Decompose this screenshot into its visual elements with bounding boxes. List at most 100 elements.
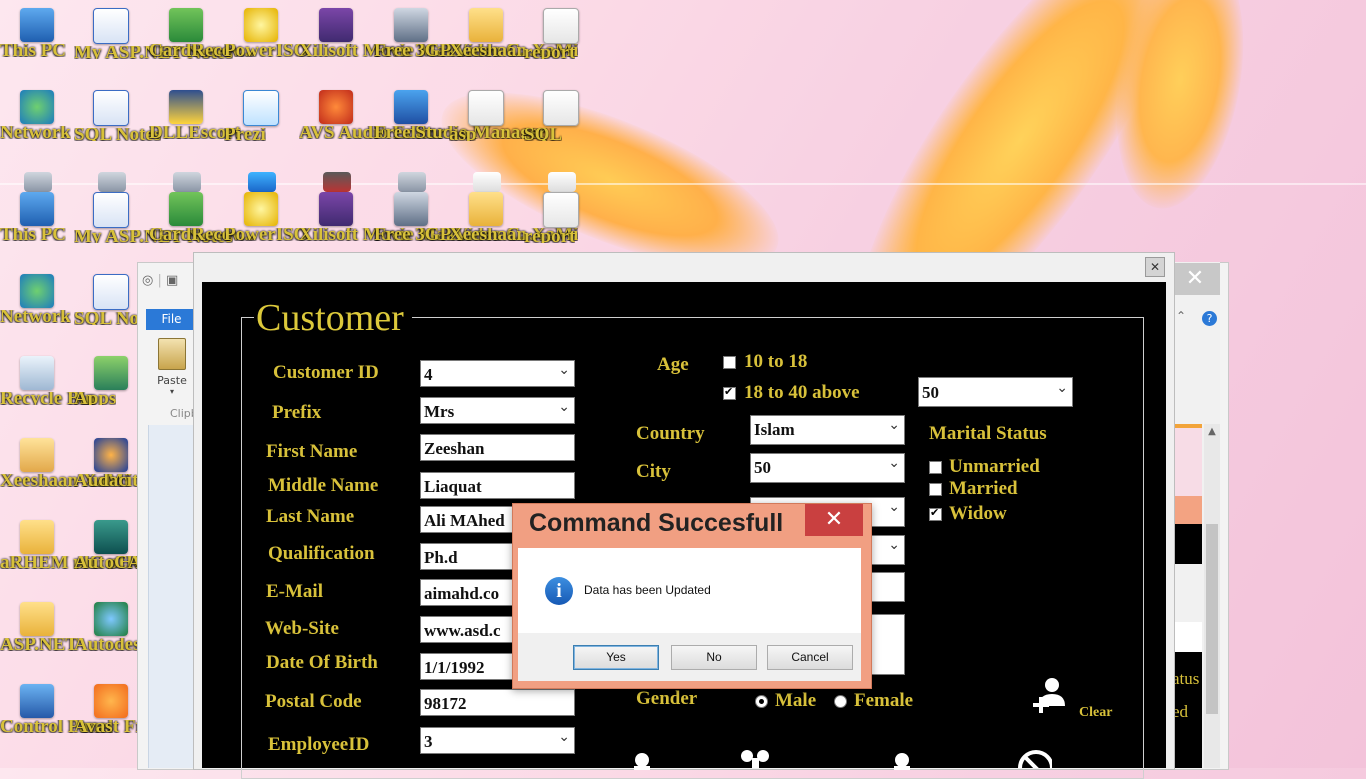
- desktop-icon-xeeshaan-user[interactable]: Xeeshaan XaMi: [0, 438, 129, 487]
- postal-code-field[interactable]: 98172: [420, 689, 575, 716]
- text-file-icon: [468, 90, 504, 126]
- preview-text: atus: [1172, 669, 1200, 688]
- age-value-select[interactable]: 50: [918, 377, 1073, 407]
- desktop-icon-poweriso-2[interactable]: PowerISO: [224, 192, 308, 241]
- user-icon[interactable]: [628, 750, 664, 770]
- desktop-icon-free-studio[interactable]: Free Studio Manager: [374, 90, 547, 139]
- desktop-icon-control-panel[interactable]: Control Panel: [0, 684, 113, 733]
- file-tab[interactable]: File: [146, 309, 197, 330]
- clear-button[interactable]: Clear: [1079, 705, 1112, 721]
- first-name-label: First Name: [266, 441, 358, 462]
- word-doc-icon: [93, 274, 129, 310]
- desktop-icon-recycle-bin[interactable]: Recycle Bin: [0, 356, 96, 405]
- close-icon[interactable]: ✕: [1145, 257, 1165, 277]
- age-18-40-label: 18 to 40 above: [744, 382, 860, 403]
- desktop-icon-cardrecovery[interactable]: CardRecov...: [149, 8, 254, 57]
- add-user-icon[interactable]: [1031, 676, 1071, 718]
- married-checkbox[interactable]: [929, 483, 942, 496]
- this-pc-icon: [20, 192, 54, 226]
- folder-icon: [469, 192, 503, 226]
- folder-icon: [20, 602, 54, 636]
- paste-button[interactable]: Paste ▾: [150, 338, 194, 396]
- desktop-icon-this-pc-2[interactable]: This PC: [0, 192, 74, 241]
- married-label: Married: [949, 478, 1018, 499]
- block-icon[interactable]: [1016, 748, 1052, 768]
- desktop-icon-arhem-photo[interactable]: aRHEM plC pHOTO c...: [0, 520, 202, 569]
- desktop-icon-report-2[interactable]: report: [524, 192, 598, 243]
- audacity-icon: [94, 438, 128, 472]
- unmarried-checkbox[interactable]: [929, 461, 942, 474]
- text-file-icon: [543, 192, 579, 228]
- desktop-icon-prezi[interactable]: Prezi: [224, 90, 298, 141]
- free-studio-icon: [394, 90, 428, 124]
- users-icon[interactable]: [738, 748, 774, 768]
- desktop-icon-xeeshaan-folder-2[interactable]: Xeeshaan XaMi: [449, 192, 578, 241]
- autocad-icon: [94, 520, 128, 554]
- desktop-icon-sql[interactable]: SQL: [524, 90, 598, 141]
- avs-audio-icon: [319, 90, 353, 124]
- cancel-button[interactable]: Cancel: [767, 645, 853, 670]
- scroll-up-icon[interactable]: ▲: [1204, 426, 1220, 440]
- desktop-icon-aspnet-folder[interactable]: ASP.NET: [0, 602, 78, 651]
- close-icon[interactable]: ✕: [1170, 263, 1220, 295]
- dialog-close-button[interactable]: ✕: [805, 504, 863, 536]
- preview-header: [1172, 496, 1202, 524]
- desktop-icon-network[interactable]: Network: [0, 90, 74, 139]
- help-icon[interactable]: ?: [1202, 311, 1217, 326]
- prefix-select[interactable]: Mrs: [420, 397, 575, 424]
- user-icon[interactable]: [888, 750, 924, 770]
- text-file-icon: [473, 172, 501, 192]
- yes-button[interactable]: Yes: [573, 645, 659, 670]
- age-10-18-checkbox[interactable]: [723, 356, 736, 369]
- middle-name-field[interactable]: Liaquat: [420, 472, 575, 499]
- desktop-icon-xeeshaan-folder[interactable]: Xeeshaan XaMi: [449, 8, 578, 57]
- desktop-icon-sql-notes[interactable]: SQL Notes: [74, 90, 161, 141]
- video-converter-icon: [394, 8, 428, 42]
- info-icon: i: [545, 577, 573, 605]
- city-select[interactable]: 50: [750, 453, 905, 483]
- recycle-bin-icon: [24, 172, 52, 192]
- desktop-icon-poweriso[interactable]: PowerISO: [224, 8, 308, 57]
- skype-icon: [248, 172, 276, 192]
- desktop-icon-aspnet-notes[interactable]: My ASP.NET Notes: [74, 8, 233, 59]
- country-label: Country: [636, 423, 705, 444]
- no-button[interactable]: No: [671, 645, 757, 670]
- preview-block: [1172, 622, 1202, 652]
- male-radio[interactable]: [755, 695, 768, 708]
- desktop-icon-network-2[interactable]: Network: [0, 274, 74, 323]
- desktop-icon-asp[interactable]: asp: [449, 90, 523, 141]
- postal-code-label: Postal Code: [265, 691, 362, 712]
- desktop-icon-xilisoft[interactable]: Xilisoft Movie Mak...: [299, 8, 471, 57]
- scrollbar-thumb[interactable]: [1206, 524, 1218, 714]
- text-file-icon: [543, 8, 579, 44]
- website-label: Web-Site: [265, 618, 339, 639]
- save-icon[interactable]: ▣: [166, 273, 178, 288]
- desktop-icon-xilisoft-2[interactable]: Xilisoft Movie Mak...: [299, 192, 471, 241]
- age-10-18-label: 10 to 18: [744, 351, 808, 372]
- media-icon: [323, 172, 351, 192]
- text-file-icon: [548, 172, 576, 192]
- age-label: Age: [657, 354, 689, 375]
- apps-icon: [98, 172, 126, 192]
- employee-id-select[interactable]: 3: [420, 727, 575, 754]
- first-name-field[interactable]: Zeeshan: [420, 434, 575, 461]
- desktop-icon-cardrecovery-2[interactable]: CardRecov...: [149, 192, 254, 241]
- preview-block: [1172, 524, 1202, 564]
- desktop-icon-3gp-converter-2[interactable]: Free 3GP Video C...: [374, 192, 534, 241]
- desktop-icon-dllescort[interactable]: DLLEscort: [149, 90, 241, 139]
- age-18-40-checkbox[interactable]: [723, 385, 736, 400]
- desktop-icon-report[interactable]: report: [524, 8, 598, 59]
- female-radio[interactable]: [834, 695, 847, 708]
- recycle-bin-icon: [20, 356, 54, 390]
- dialog-message: Data has been Updated: [584, 583, 711, 597]
- desktop-icon-aspnet-notes-2[interactable]: My ASP.NET Notes: [74, 192, 233, 243]
- vertical-scrollbar[interactable]: [1204, 424, 1220, 768]
- desktop-icon-avs-audio[interactable]: AVS Audio Editor: [299, 90, 445, 139]
- desktop-icon-this-pc[interactable]: This PC: [0, 8, 74, 57]
- desktop-icon-3gp-converter[interactable]: Free 3GP Video C...: [374, 8, 534, 57]
- prezi-icon: [243, 90, 279, 126]
- widow-checkbox[interactable]: [929, 506, 942, 521]
- customer-id-select[interactable]: 4: [420, 360, 575, 387]
- country-select[interactable]: Islam: [750, 415, 905, 445]
- female-label: Female: [854, 690, 914, 711]
